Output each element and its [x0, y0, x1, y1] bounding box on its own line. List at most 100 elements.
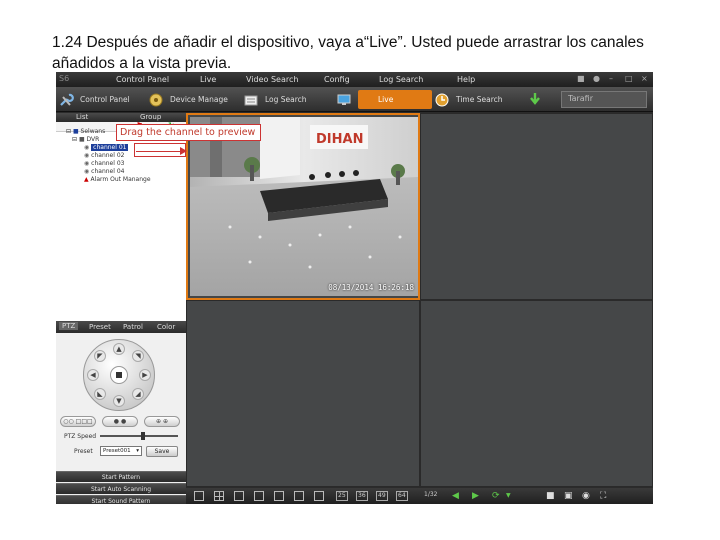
toolbar-log-search[interactable]: Log Search	[243, 90, 307, 109]
preset-label: Preset	[74, 448, 93, 455]
layout-64-button[interactable]: 64	[396, 491, 408, 501]
channel-label: channel 02	[91, 152, 125, 159]
save-button[interactable]: Save	[146, 446, 178, 457]
iris-buttons[interactable]: ⊕ ⊕	[144, 416, 180, 427]
tab-color[interactable]: Color	[157, 323, 175, 331]
ptz-right-icon[interactable]: ▶	[139, 369, 151, 381]
minimize-icon[interactable]: –	[609, 74, 617, 83]
tree-channel-04[interactable]: ◉ channel 04	[62, 168, 151, 176]
drag-hint-label: Drag the channel to preview	[116, 124, 261, 141]
menu-log-search[interactable]: Log Search	[379, 75, 423, 84]
office-scene-image: DIHAN	[190, 117, 418, 296]
tree-root-label: Selwans	[80, 128, 106, 135]
fullscreen-icon[interactable]: ⛶	[600, 490, 606, 502]
ptz-speed-slider[interactable]	[100, 432, 178, 440]
ptz-direction-pad: ▲ ▼ ◀ ▶ ◤ ◥ ◣ ◢	[83, 339, 155, 411]
preset-value: Preset001	[103, 448, 131, 454]
tree-alarm-out[interactable]: ▲ Alarm Out Manange	[62, 176, 151, 184]
stop-all-icon[interactable]: ■	[546, 490, 555, 502]
layout-6-icon[interactable]	[234, 491, 244, 501]
lock-icon[interactable]: ■	[577, 74, 585, 83]
channel-label: channel 03	[91, 160, 125, 167]
caption-line-2: añadidos a la vista previa.	[52, 55, 232, 72]
alarm-icon: ▲	[84, 176, 89, 183]
ptz-up-right-icon[interactable]: ◥	[132, 350, 144, 362]
tab-ptz[interactable]: PTZ	[59, 322, 79, 330]
channel-label: channel 04	[91, 168, 125, 175]
menu-live[interactable]: Live	[200, 75, 216, 84]
ptz-stop-button[interactable]	[110, 366, 128, 384]
start-pattern-button[interactable]: Start Pattern	[56, 471, 186, 482]
slider-knob[interactable]	[140, 432, 145, 440]
tab-group[interactable]: Group	[140, 113, 161, 121]
toolbar-live[interactable]: Live	[358, 90, 432, 109]
ptz-left-icon[interactable]: ◀	[87, 369, 99, 381]
drag-source-highlight	[134, 143, 186, 157]
window-controls: ■ ● – □ ×	[577, 74, 649, 83]
brand-logo: DIHAN	[316, 132, 363, 147]
video-cell-1[interactable]: DIHAN 08/13/2014 16:26:18	[186, 113, 420, 300]
next-page-icon[interactable]: ▶	[472, 490, 479, 502]
layout-25-button[interactable]: 25	[336, 491, 348, 501]
device-icon	[149, 93, 163, 106]
add-device-field[interactable]: Tarafir	[561, 91, 647, 108]
video-cell-2[interactable]	[420, 113, 653, 300]
toolbar-label: Time Search	[456, 95, 503, 104]
video-cell-4[interactable]	[420, 300, 653, 487]
prev-page-icon[interactable]: ◀	[452, 490, 459, 502]
tab-patrol[interactable]: Patrol	[123, 323, 143, 331]
toolbar-control-panel[interactable]: Control Panel	[58, 90, 130, 109]
ptz-up-left-icon[interactable]: ◤	[94, 350, 106, 362]
layout-4-icon[interactable]	[214, 491, 224, 501]
layout-16-icon[interactable]	[314, 491, 324, 501]
maximize-icon[interactable]: □	[625, 74, 633, 83]
chevron-down-icon: ▾	[136, 448, 139, 454]
start-sound-pattern-button[interactable]: Start Sound Pattern	[56, 495, 186, 504]
channel-label: channel 01	[91, 144, 129, 151]
layout-8-icon[interactable]	[254, 491, 264, 501]
ptz-down-icon[interactable]: ▼	[113, 395, 125, 407]
start-auto-scanning-button[interactable]: Start Auto Scanning	[56, 483, 186, 494]
tab-list[interactable]: List	[76, 113, 88, 121]
main-toolbar: Control Panel Device Manage Log Search L…	[56, 87, 653, 112]
ptz-up-icon[interactable]: ▲	[113, 343, 125, 355]
menu-config[interactable]: Config	[324, 75, 350, 84]
layout-49-button[interactable]: 49	[376, 491, 388, 501]
monitor-icon	[337, 94, 351, 105]
toolbar-label: Live	[378, 95, 394, 104]
live-video: DIHAN 08/13/2014 16:26:18	[190, 117, 418, 296]
layout-36-button[interactable]: 36	[356, 491, 368, 501]
focus-buttons[interactable]: ● ●	[102, 416, 138, 427]
layout-1-icon[interactable]	[194, 491, 204, 501]
log-icon	[244, 95, 258, 105]
tree-device-label: DVR	[86, 136, 100, 143]
tab-preset[interactable]: Preset	[89, 323, 111, 331]
record-all-icon[interactable]: ▣	[564, 490, 573, 502]
zoom-buttons[interactable]: ○○ □□□	[60, 416, 96, 427]
toolbar-label: Device Manage	[170, 95, 228, 104]
menu-bar: S6 Control Panel Live Video Search Confi…	[56, 72, 653, 87]
page-indicator: 1/32	[424, 491, 438, 498]
drag-arrow-icon	[180, 147, 187, 155]
ptz-down-right-icon[interactable]: ◢	[132, 388, 144, 400]
menu-video-search[interactable]: Video Search	[246, 75, 298, 84]
close-icon[interactable]: ×	[641, 74, 649, 83]
download-arrow-icon[interactable]	[529, 92, 541, 106]
user-icon[interactable]: ●	[593, 74, 601, 83]
snapshot-icon[interactable]: ◉	[582, 490, 590, 502]
menu-control-panel[interactable]: Control Panel	[116, 75, 169, 84]
instruction-caption: 1.24 Después de añadir el dispositivo, v…	[52, 32, 692, 74]
layout-9-icon[interactable]	[274, 491, 284, 501]
cycle-dropdown-icon[interactable]: ▼	[506, 490, 511, 502]
menu-help[interactable]: Help	[457, 75, 475, 84]
toolbar-monitor-button[interactable]	[336, 90, 352, 109]
cycle-icon[interactable]: ⟳	[492, 490, 500, 502]
tree-channel-03[interactable]: ◉ channel 03	[62, 160, 151, 168]
toolbar-time-search[interactable]: Time Search	[434, 90, 503, 109]
video-cell-3[interactable]	[186, 300, 420, 487]
caption-line-1: 1.24 Después de añadir el dispositivo, v…	[52, 34, 644, 51]
layout-10-icon[interactable]	[294, 491, 304, 501]
preset-select[interactable]: Preset001 ▾	[100, 446, 142, 456]
toolbar-device-manage[interactable]: Device Manage	[148, 90, 228, 109]
ptz-down-left-icon[interactable]: ◣	[94, 388, 106, 400]
